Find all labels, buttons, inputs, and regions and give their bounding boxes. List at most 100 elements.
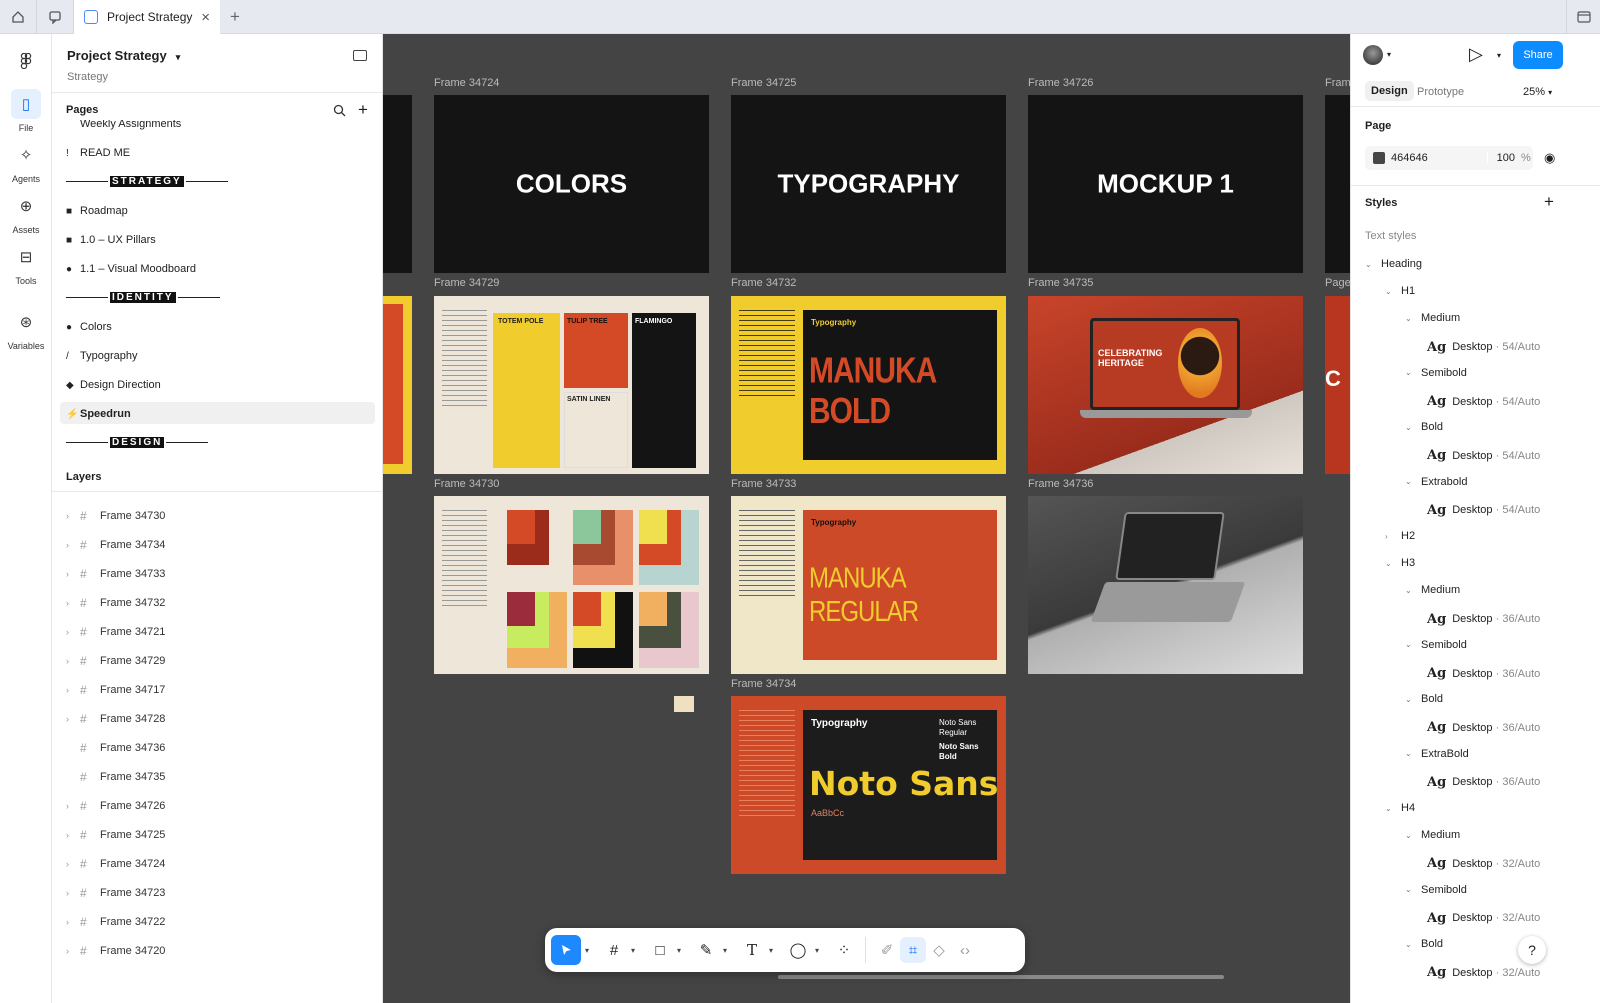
chevron-down-icon[interactable]: ⌄: [1385, 804, 1401, 813]
style-group[interactable]: ⌄ Extrabold: [1405, 476, 1467, 488]
chevron-down-icon[interactable]: ▾: [673, 946, 685, 955]
style-group[interactable]: ⌄ Semibold: [1405, 367, 1467, 379]
page-separator[interactable]: DESIGN: [66, 437, 209, 448]
page-item[interactable]: ! READ ME: [66, 147, 130, 159]
comment-tool-icon[interactable]: ◯: [785, 937, 811, 963]
opacity-value[interactable]: 100: [1487, 152, 1521, 164]
page-item[interactable]: ● 1.1 – Visual Moodboard: [66, 263, 196, 275]
text-style-item[interactable]: Ag Desktop · 32/Auto: [1427, 965, 1540, 980]
frame-mockup-cover[interactable]: MOCKUP 1: [1028, 95, 1303, 273]
chevron-down-icon[interactable]: ⌄: [1405, 477, 1421, 486]
chevron-down-icon[interactable]: ⌄: [1405, 695, 1421, 704]
chevron-right-icon[interactable]: ›: [66, 714, 80, 724]
style-group[interactable]: ⌄ Medium: [1405, 584, 1460, 596]
page-separator[interactable]: STRATEGY: [66, 176, 228, 187]
rail-assets[interactable]: ⊕ Assets: [0, 191, 52, 235]
chevron-down-icon[interactable]: ⌄: [1385, 287, 1401, 296]
rail-tools[interactable]: ⊟ Tools: [0, 242, 52, 286]
actions-icon[interactable]: ⁘: [831, 937, 857, 963]
rectangle-tool-icon[interactable]: □: [647, 937, 673, 963]
figma-logo[interactable]: [0, 46, 52, 80]
page-item[interactable]: ■ 1.0 – UX Pillars: [66, 234, 156, 246]
layer-row[interactable]: › # Frame 34722: [66, 915, 165, 929]
chevron-right-icon[interactable]: ›: [66, 569, 80, 579]
chevron-right-icon[interactable]: ›: [66, 888, 80, 898]
layer-row[interactable]: › # Frame 34734: [66, 538, 165, 552]
frame-tool-icon[interactable]: #: [601, 937, 627, 963]
chevron-down-icon[interactable]: ⌄: [1405, 831, 1421, 840]
style-group[interactable]: ⌄ Bold: [1405, 693, 1443, 705]
layer-row[interactable]: › # Frame 34726: [66, 799, 165, 813]
text-style-item[interactable]: Ag Desktop · 54/Auto: [1427, 340, 1540, 355]
prototype-mode-icon[interactable]: ◇: [926, 937, 952, 963]
eye-icon[interactable]: ◉: [1544, 150, 1555, 166]
style-group[interactable]: ⌄ Heading: [1365, 258, 1422, 270]
style-group[interactable]: ⌄ Semibold: [1405, 884, 1467, 896]
text-style-item[interactable]: Ag Desktop · 54/Auto: [1427, 448, 1540, 463]
layer-row[interactable]: # Frame 34736: [66, 741, 165, 755]
frame-mockup-laptop-bw[interactable]: [1028, 496, 1303, 674]
chevron-down-icon[interactable]: ▾: [765, 946, 777, 955]
chevron-down-icon[interactable]: ⌄: [1405, 314, 1421, 323]
dev-mode-icon[interactable]: ‹›: [952, 937, 978, 963]
rail-variables[interactable]: ⊛ Variables: [0, 307, 52, 351]
chevron-right-icon[interactable]: ›: [66, 656, 80, 666]
canvas[interactable]: Frame 34724 COLORS Frame 34725 TYPOGRAPH…: [383, 34, 1350, 1003]
style-group[interactable]: ⌄ Semibold: [1405, 639, 1467, 651]
chevron-right-icon[interactable]: ›: [66, 540, 80, 550]
chevron-down-icon[interactable]: ⌄: [1405, 640, 1421, 649]
chevron-down-icon[interactable]: ⌄: [1385, 559, 1401, 568]
chevron-down-icon[interactable]: ⌄: [1365, 260, 1381, 269]
layer-row[interactable]: › # Frame 34721: [66, 625, 165, 639]
style-group[interactable]: ⌄ H1: [1385, 285, 1415, 297]
chevron-down-icon[interactable]: ⌄: [1405, 940, 1421, 949]
chevron-right-icon[interactable]: ›: [66, 946, 80, 956]
hex-value[interactable]: 464646: [1391, 152, 1487, 164]
frame-manuka-regular[interactable]: Typography MANUKA REGULAR: [731, 496, 1006, 674]
search-icon[interactable]: [333, 104, 346, 120]
frame-colors-cover[interactable]: COLORS: [434, 95, 709, 273]
page-item[interactable]: / Typography: [66, 350, 137, 362]
style-group[interactable]: ⌄ Bold: [1405, 421, 1443, 433]
zoom-control[interactable]: 25% ▾: [1523, 86, 1552, 98]
chevron-right-icon[interactable]: ›: [1385, 532, 1401, 541]
chevron-right-icon[interactable]: ›: [66, 685, 80, 695]
chevron-down-icon[interactable]: ⌄: [1405, 423, 1421, 432]
page-color-field[interactable]: 464646 100 %: [1365, 146, 1533, 170]
chevron-down-icon[interactable]: ▾: [627, 946, 639, 955]
style-group[interactable]: ⌄ ExtraBold: [1405, 748, 1469, 760]
comments-icon[interactable]: [37, 0, 74, 34]
chevron-right-icon[interactable]: ›: [66, 598, 80, 608]
layer-row[interactable]: › # Frame 34717: [66, 683, 165, 697]
page-item[interactable]: ◆ Design Direction: [66, 379, 161, 391]
frame-color-combos[interactable]: [434, 496, 709, 674]
avatar[interactable]: [1363, 45, 1383, 65]
frame-partial[interactable]: [383, 296, 412, 474]
play-icon[interactable]: ▷: [1469, 44, 1483, 65]
add-page-icon[interactable]: +: [358, 100, 368, 120]
layer-row[interactable]: › # Frame 34723: [66, 886, 165, 900]
text-style-item[interactable]: Ag Desktop · 36/Auto: [1427, 720, 1540, 735]
layer-row[interactable]: › # Frame 34728: [66, 712, 165, 726]
page-item[interactable]: ● Colors: [66, 321, 112, 333]
style-group[interactable]: ⌄ Medium: [1405, 312, 1460, 324]
chevron-down-icon[interactable]: ⌄: [1405, 368, 1421, 377]
chevron-down-icon[interactable]: ▾: [1497, 51, 1501, 60]
frame-color-swatches[interactable]: TOTEM POLE TULIP TREE FLAMINGO SATIN LIN…: [434, 296, 709, 474]
chevron-down-icon[interactable]: ▾: [581, 946, 593, 955]
layer-row[interactable]: › # Frame 34733: [66, 567, 165, 581]
chevron-right-icon[interactable]: ›: [66, 830, 80, 840]
chevron-down-icon[interactable]: ⌄: [1405, 749, 1421, 758]
text-style-item[interactable]: Ag Desktop · 36/Auto: [1427, 666, 1540, 681]
share-button[interactable]: Share: [1513, 41, 1563, 69]
chevron-down-icon[interactable]: ⌄: [1405, 586, 1421, 595]
layer-row[interactable]: › # Frame 34732: [66, 596, 165, 610]
sidebar-toggle-icon[interactable]: [353, 50, 367, 61]
frame-mockup-laptop[interactable]: CELEBRATING HERITAGE: [1028, 296, 1303, 474]
style-group[interactable]: ⌄ Bold: [1405, 938, 1443, 950]
text-style-item[interactable]: Ag Desktop · 54/Auto: [1427, 503, 1540, 518]
chevron-down-icon[interactable]: ⌄: [1405, 885, 1421, 894]
project-title[interactable]: Project Strategy ▾: [67, 48, 180, 63]
new-tab-icon[interactable]: +: [230, 0, 240, 34]
panel-icon[interactable]: [1566, 0, 1600, 34]
